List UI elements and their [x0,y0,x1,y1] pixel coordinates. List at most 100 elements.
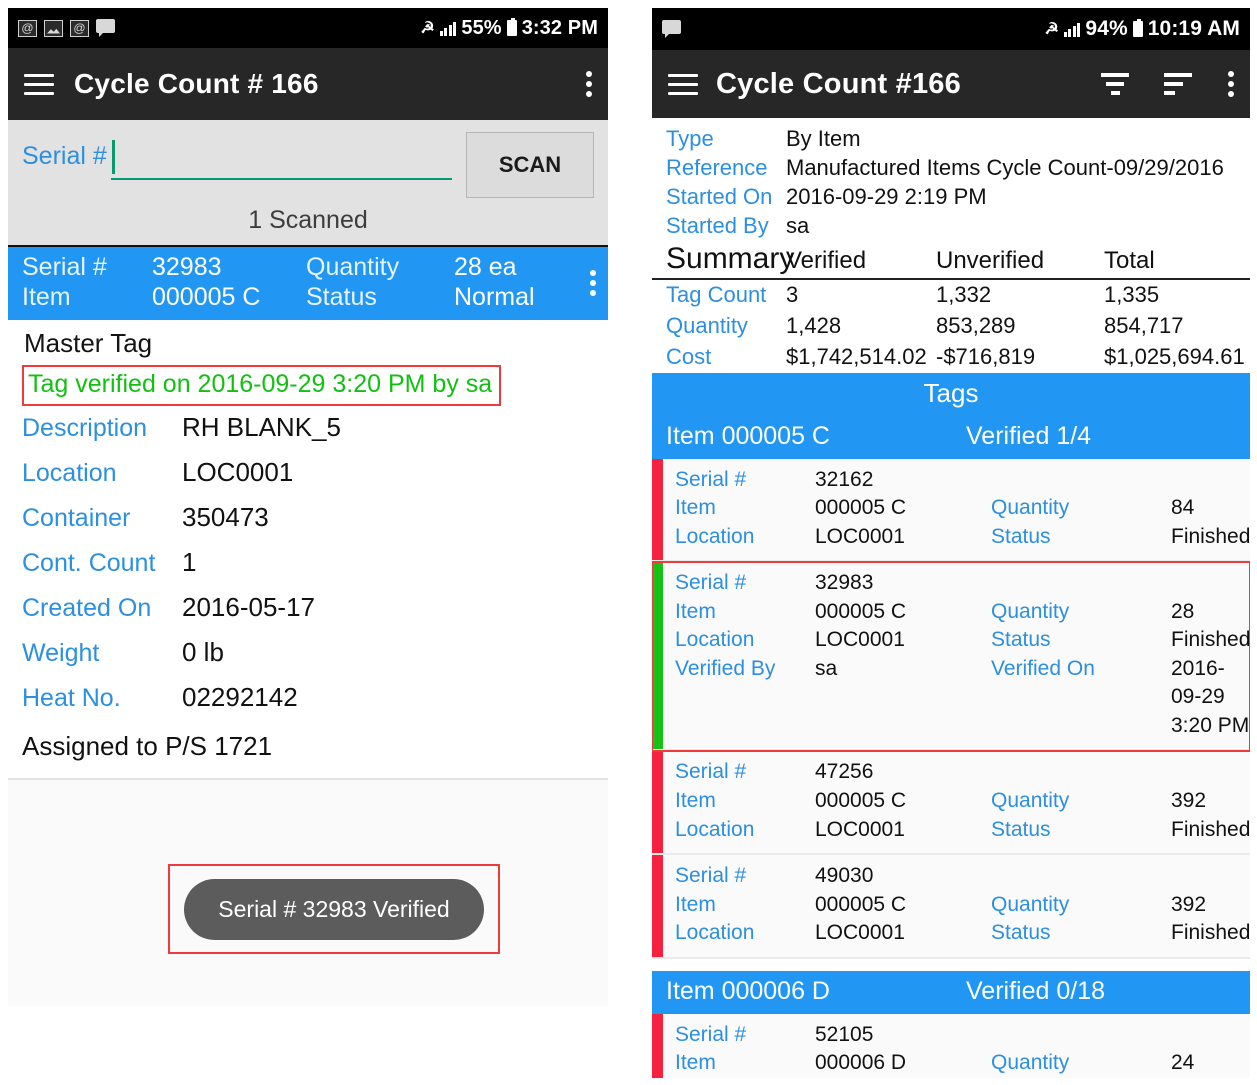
sort-icon[interactable] [1164,73,1194,95]
status-label: Status [991,628,1051,652]
left-phone-screen: ☭ 55% 3:32 PM Cycle Count # 166 Serial # [8,8,608,1076]
count-header-fields: Type By Item Reference Manufactured Item… [652,118,1250,240]
left-status-indicators: ☭ 55% 3:32 PM [420,17,598,40]
serial-label: Serial # [675,1022,747,1046]
quantity-label: Quantity [991,496,1070,520]
item-group-verified: Verified 1/4 [966,421,1092,450]
quantity-value: 28 [1171,599,1195,623]
table-row[interactable]: Serial # 32983 Item 000005 C Quantity 28… [652,561,1250,753]
header-field-value: sa [786,213,810,239]
field-label: Container [22,504,131,532]
signal-icon [1063,22,1081,37]
right-app-bar: Cycle Count #166 [652,50,1250,118]
quantity-label: Quantity [991,1051,1070,1075]
summary-row: Tag Count 3 1,332 1,335 [652,280,1250,311]
status-stripe [652,458,663,561]
quantity-value: 28 ea [454,253,517,281]
quantity-label: Quantity [306,253,400,281]
item-label: Item [675,892,716,916]
email-icon [18,19,37,37]
page-title: Cycle Count #166 [716,67,961,100]
toast-message: Serial # 32983 Verified [184,878,484,940]
clock: 10:19 AM [1147,17,1240,40]
right-status-icons [662,20,683,38]
blank [991,758,1171,787]
table-row[interactable]: Serial # 49030 Item 000005 C Quantity 39… [652,855,1250,959]
location-label: Location [675,524,755,548]
quantity-value: 24 [1171,1051,1195,1075]
item-value: 000005 C [815,496,907,520]
header-field-value: 2016-09-29 2:19 PM [786,184,987,210]
scan-button[interactable]: SCAN [466,132,594,198]
location-label: Location [675,921,755,945]
right-phone-screen: ☭ 94% 10:19 AM Cycle Count #166 Type By … [652,8,1250,1078]
table-row[interactable]: Serial # 52105 Item 000006 D Quantity 24… [652,1013,1250,1078]
blank [1171,1021,1250,1050]
battery-icon [1132,19,1143,37]
serial-label: Serial # [675,467,747,491]
menu-icon[interactable] [24,73,54,95]
item-group-header[interactable]: Item 000006 D Verified 0/18 [652,970,1250,1014]
scanned-count-label: 1 Scanned [248,206,368,234]
blank [1171,569,1250,598]
detail-field: Heat No. 02292142 [22,682,594,713]
blank [991,1021,1171,1050]
left-app-bar: Cycle Count # 166 [8,48,608,120]
header-field-label: Started By [666,213,769,239]
table-row[interactable]: Serial # 47256 Item 000005 C Quantity 39… [652,751,1250,856]
serial-value: 47256 [815,760,874,784]
email-icon [70,19,89,37]
blank [1171,758,1250,787]
summary-verified: 3 [786,282,799,308]
detail-field: Description RH BLANK_5 [22,412,594,443]
text-caret [111,140,115,174]
status-label: Status [991,524,1051,548]
image-icon [44,19,63,37]
verified-banner-wrap: Tag verified on 2016-09-29 3:20 PM by sa [22,365,502,406]
assigned-label: Assigned to P/S 1721 [22,731,273,761]
serial-input[interactable] [110,138,452,180]
table-row[interactable]: Serial # 32162 Item 000005 C Quantity 84… [652,458,1250,563]
filter-icon[interactable] [1100,73,1130,95]
overflow-menu-icon[interactable] [586,71,592,97]
serial-label: Serial # [675,571,747,595]
status-value: Finished [1171,524,1250,548]
summary-total: 1,335 [1104,282,1160,308]
blank [1171,862,1250,891]
summary-total: $1,025,694.61 [1104,343,1245,369]
signal-icon [439,21,457,36]
overflow-menu-icon[interactable] [1228,71,1234,97]
location-label: Location [675,628,755,652]
menu-icon[interactable] [668,73,698,95]
header-field-label: Type [666,126,714,151]
status-label: Status [306,283,377,311]
verified-by-value: sa [815,656,838,680]
message-icon [96,19,117,37]
location-label: Location [675,817,755,841]
battery-percent: 55% [461,16,502,39]
item-group-header[interactable]: Item 000005 C Verified 1/4 [652,415,1250,459]
detail-field: Created On 2016-05-17 [22,592,594,623]
field-value: 2016-05-17 [182,592,315,622]
summary-col-total: Total [1104,247,1155,275]
quantity-value: 392 [1171,892,1207,916]
tag-overflow-menu-icon[interactable] [590,269,596,296]
clock: 3:32 PM [521,16,598,39]
verified-by-label: Verified By [675,656,776,680]
summary-unverified: 1,332 [936,282,992,308]
table-row-body: Serial # 32162 Item 000005 C Quantity 84… [663,459,1250,561]
header-field-value: By Item [786,126,861,151]
selected-tag-card[interactable]: Serial # 32983 Quantity 28 ea Item 00000… [8,245,608,320]
serial-label: Serial # [22,253,107,281]
blank [991,569,1171,598]
detail-fields: Description RH BLANK_5 Location LOC0001 … [22,412,594,713]
detail-field: Container 350473 [22,502,594,533]
serial-value: 52105 [815,1022,874,1046]
tag-detail-panel: Master Tag Tag verified on 2016-09-29 3:… [8,320,608,778]
item-value: 000005 C [815,892,907,916]
scan-row: Serial # SCAN [22,132,594,198]
verified-on-label: Verified On [991,656,1095,680]
tags-section-header: Tags [652,372,1250,416]
blank [991,862,1171,891]
summary-verified: 1,428 [786,312,842,338]
